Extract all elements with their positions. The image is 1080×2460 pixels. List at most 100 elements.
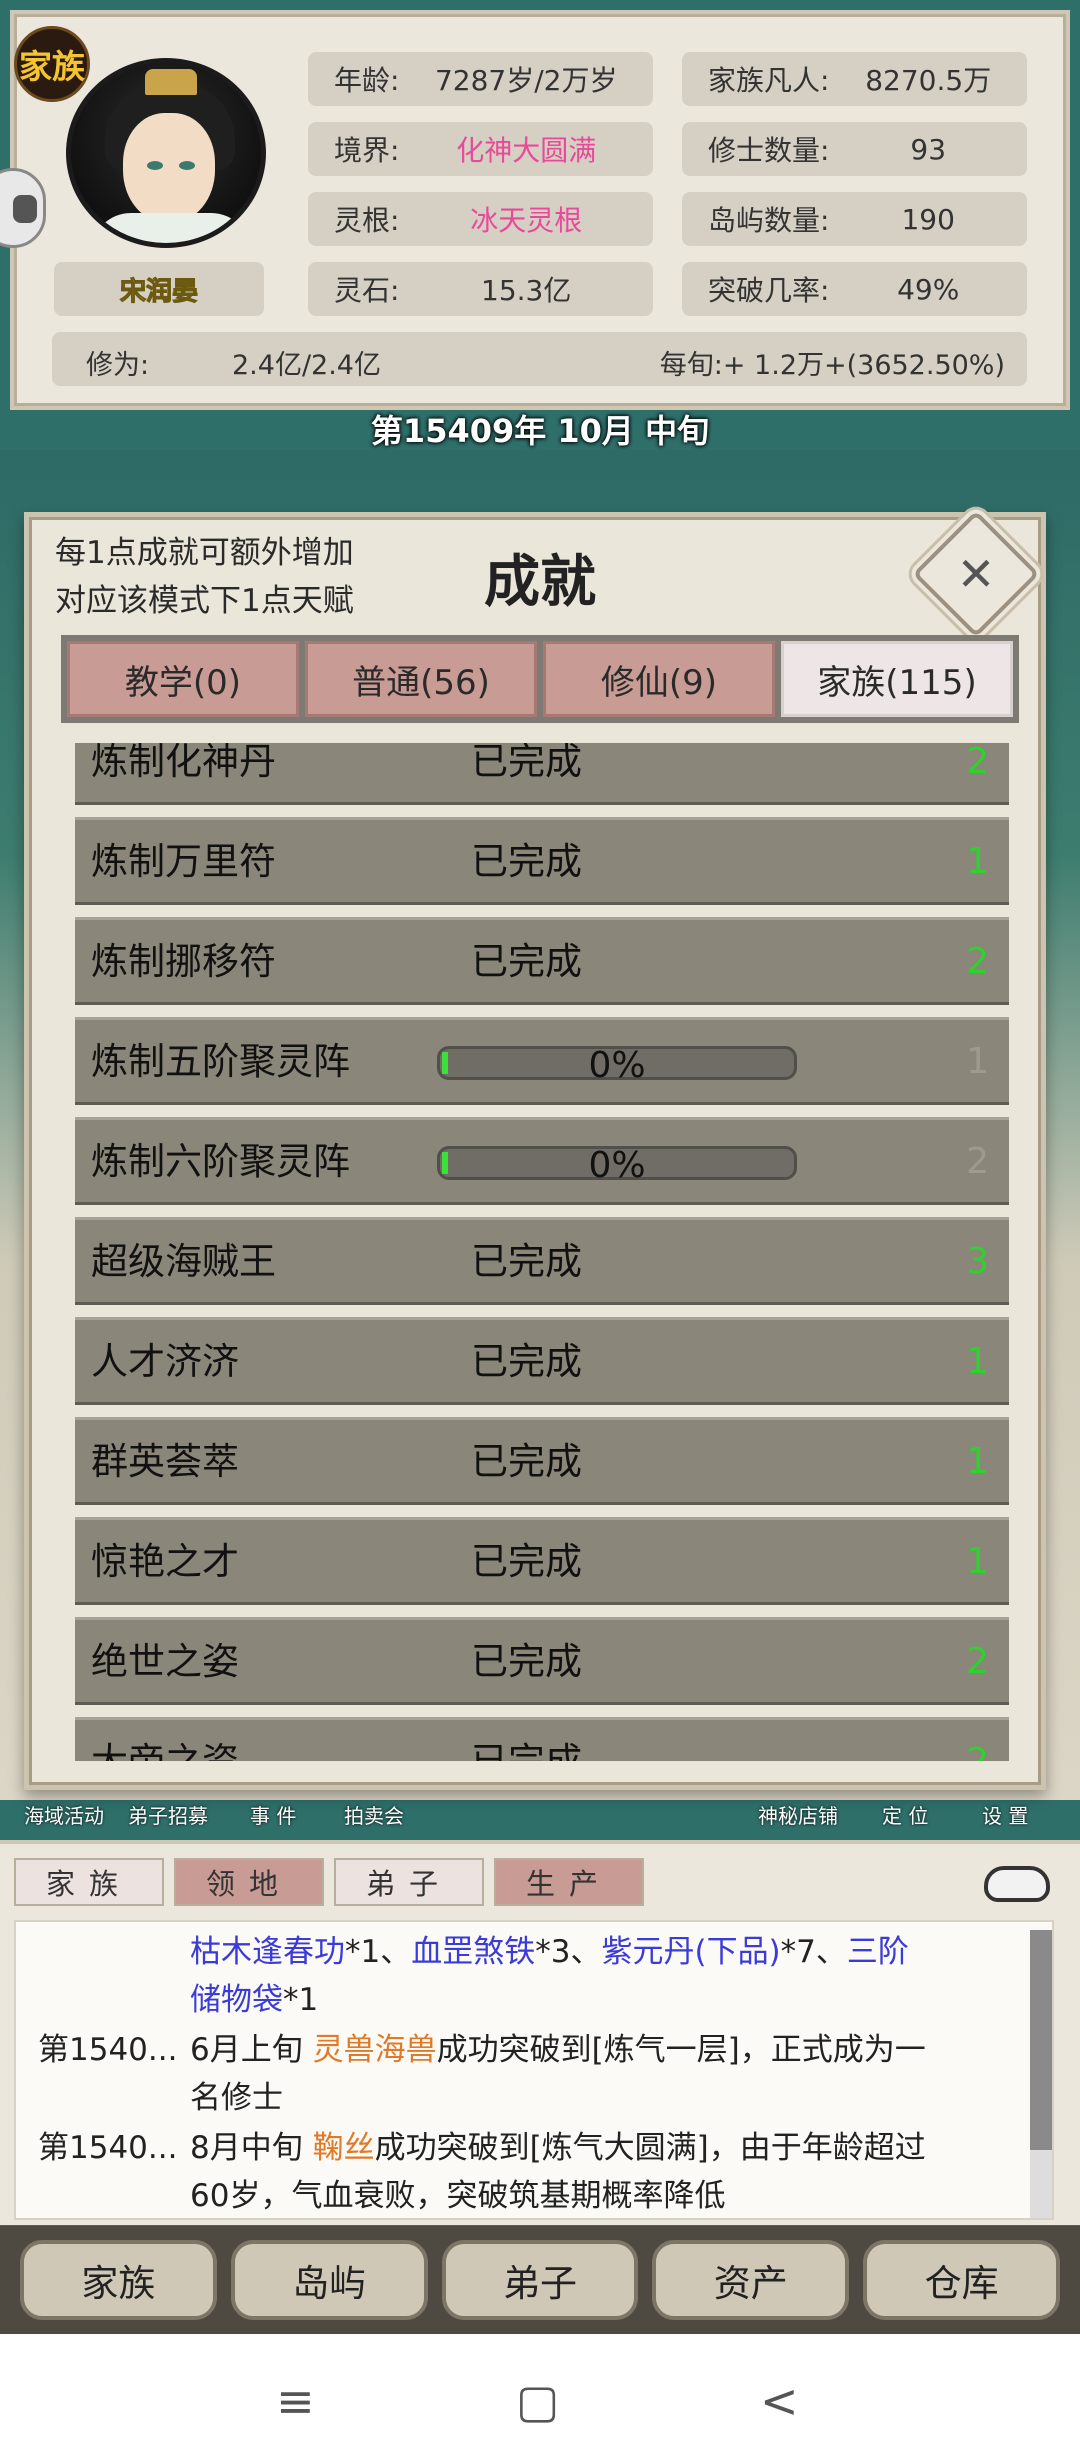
- achievement-count: 2: [966, 1641, 989, 1682]
- stat-value: 93: [910, 132, 947, 166]
- achievement-count: 3: [966, 1241, 989, 1282]
- stat-cultivators: 修士数量: 93: [682, 122, 1027, 176]
- cloud-icon[interactable]: [984, 1866, 1050, 1902]
- nav-recruit[interactable]: 弟子招募: [128, 1800, 208, 1829]
- achievement-count: 1: [966, 841, 989, 882]
- log-item: 储物袋: [190, 1982, 283, 2018]
- achievement-list[interactable]: 炼制化神丹 已完成 2 炼制万里符 已完成 1 炼制挪移符 已完成 2 炼制五阶…: [75, 743, 1009, 1761]
- close-button[interactable]: ✕: [912, 510, 1040, 638]
- achievement-count: 1: [966, 1541, 989, 1582]
- nav-events[interactable]: 事 件: [250, 1800, 296, 1829]
- achievement-status: 已完成: [471, 940, 582, 983]
- cultivation-bar: 修为: 2.4亿/2.4亿 每旬:+ 1.2万+(3652.50%): [52, 332, 1027, 386]
- log-item: 三阶: [846, 1934, 909, 1970]
- achievement-count: 1: [966, 1341, 989, 1382]
- nav-auction[interactable]: 拍卖会: [344, 1800, 404, 1829]
- nav-sea-activity[interactable]: 海域活动: [24, 1800, 104, 1829]
- tab-normal[interactable]: 普通(56): [305, 641, 537, 717]
- list-item: 炼制化神丹 已完成 2: [75, 743, 1009, 805]
- stat-realm: 境界: 化神大圆满: [308, 122, 653, 176]
- event-log-panel: 家族 领地 弟子 生产 枯木逢春功*1、血罡煞铁*3、紫元丹(下品)*7、三阶 …: [0, 1840, 1080, 2225]
- achievement-count: 2: [966, 1720, 989, 1761]
- progress-bar: 0%: [437, 1145, 797, 1186]
- log-name: 鞠丝: [312, 2130, 375, 2166]
- stat-label: 修士数量:: [708, 134, 830, 167]
- log-time: 8月中旬: [190, 2130, 313, 2166]
- achievement-status: 已完成: [471, 743, 582, 783]
- achievement-name: 人才济济: [91, 1340, 239, 1383]
- progress-bar: 0%: [437, 1045, 797, 1086]
- achievement-name: 炼制万里符: [91, 840, 276, 883]
- log-date: 第1540...: [38, 2130, 178, 2166]
- achievement-status: 已完成: [471, 840, 582, 883]
- dialog-title: 成就: [484, 550, 596, 615]
- achievement-status: 已完成: [471, 1240, 582, 1283]
- stat-spirit-stones: 灵石: 15.3亿: [308, 262, 653, 316]
- game-date: 第15409年 10月 中旬: [370, 412, 710, 450]
- close-icon: ✕: [956, 547, 996, 601]
- achievement-name: 超级海贼王: [91, 1240, 276, 1283]
- achievement-name: 炼制挪移符: [91, 940, 276, 983]
- list-item: 群英荟萃 已完成 1: [75, 1417, 1009, 1505]
- menu-icon[interactable]: ≡: [276, 2374, 315, 2428]
- tab-cultivation[interactable]: 修仙(9): [543, 641, 775, 717]
- log-tab-disciples[interactable]: 弟子: [334, 1858, 484, 1906]
- stat-islands: 岛屿数量: 190: [682, 192, 1027, 246]
- nav-locate[interactable]: 定 位: [882, 1800, 928, 1829]
- nav-settings[interactable]: 设 置: [982, 1800, 1028, 1829]
- character-name: 宋润晏: [54, 262, 264, 316]
- list-item: 超级海贼王 已完成 3: [75, 1217, 1009, 1305]
- nav-assets-button[interactable]: 资产: [652, 2240, 850, 2320]
- stat-age: 年龄: 7287岁/2万岁: [308, 52, 653, 106]
- log-line: 储物袋*1: [190, 1976, 318, 2024]
- stat-value: 化神大圆满: [456, 134, 597, 167]
- nav-islands-button[interactable]: 岛屿: [230, 2240, 428, 2320]
- log-item: 枯木逢春功: [190, 1934, 345, 1970]
- list-item: 炼制万里符 已完成 1: [75, 817, 1009, 905]
- list-item: 大帝之资 已完成 2: [75, 1717, 1009, 1761]
- character-avatar[interactable]: [66, 58, 266, 248]
- stat-value: 190: [901, 202, 955, 236]
- log-tab-territory[interactable]: 领地: [174, 1858, 324, 1906]
- cultivation-label: 修为:: [86, 350, 150, 381]
- log-text: *7、: [780, 1934, 847, 1970]
- list-item: 人才济济 已完成 1: [75, 1317, 1009, 1405]
- list-item: 惊艳之才 已完成 1: [75, 1517, 1009, 1605]
- achievement-status: 已完成: [471, 1540, 582, 1583]
- tab-teaching[interactable]: 教学(0): [67, 641, 299, 717]
- log-line: 枯木逢春功*1、血罡煞铁*3、紫元丹(下品)*7、三阶: [190, 1928, 909, 1976]
- log-text: *1: [283, 1982, 319, 2018]
- family-badge[interactable]: 家族: [14, 26, 90, 102]
- home-icon[interactable]: ▢: [516, 2374, 559, 2428]
- tab-family[interactable]: 家族(115): [781, 641, 1013, 717]
- log-text: 成功突破到[炼气一层]，正式成为一: [436, 2032, 926, 2068]
- log-tab-production[interactable]: 生产: [494, 1858, 644, 1906]
- log-list[interactable]: 枯木逢春功*1、血罡煞铁*3、紫元丹(下品)*7、三阶 储物袋*1 第1540.…: [14, 1920, 1054, 2220]
- log-scrollbar[interactable]: [1030, 1930, 1052, 2218]
- list-item: 绝世之姿 已完成 2: [75, 1617, 1009, 1705]
- stat-breakthrough: 突破几率: 49%: [682, 262, 1027, 316]
- log-text: *1、: [345, 1934, 412, 1970]
- achievement-name: 炼制六阶聚灵阵: [91, 1140, 350, 1183]
- log-line: 名修士: [190, 2080, 283, 2116]
- stat-value: 8270.5万: [865, 64, 992, 97]
- nav-disciples-button[interactable]: 弟子: [441, 2240, 639, 2320]
- back-icon[interactable]: <: [760, 2374, 799, 2428]
- stat-label: 灵根:: [334, 204, 400, 237]
- log-item: 血罡煞铁: [411, 1934, 536, 1970]
- achievement-name: 绝世之姿: [91, 1640, 239, 1683]
- log-tab-family[interactable]: 家族: [14, 1858, 164, 1906]
- stat-label: 年龄:: [334, 64, 400, 97]
- secondary-nav: 海域活动 弟子招募 事 件 拍卖会 神秘店铺 定 位 设 置: [0, 1800, 1080, 1830]
- stat-label: 岛屿数量:: [708, 204, 830, 237]
- nav-warehouse-button[interactable]: 仓库: [863, 2240, 1060, 2320]
- nav-mystery-shop[interactable]: 神秘店铺: [758, 1800, 838, 1829]
- achievement-name: 惊艳之才: [91, 1540, 239, 1583]
- stat-label: 突破几率:: [708, 274, 830, 307]
- nav-family-button[interactable]: 家族: [20, 2240, 217, 2320]
- per-period-gain: 每旬:+ 1.2万+(3652.50%): [659, 350, 1005, 381]
- system-nav-bar: ≡ ▢ <: [0, 2334, 1080, 2460]
- log-date: 第1540...: [38, 2032, 178, 2068]
- log-line: 8月中旬 鞠丝成功突破到[炼气大圆满]，由于年龄超过: [190, 2124, 926, 2172]
- cultivation-value: 2.4亿/2.4亿: [232, 350, 381, 381]
